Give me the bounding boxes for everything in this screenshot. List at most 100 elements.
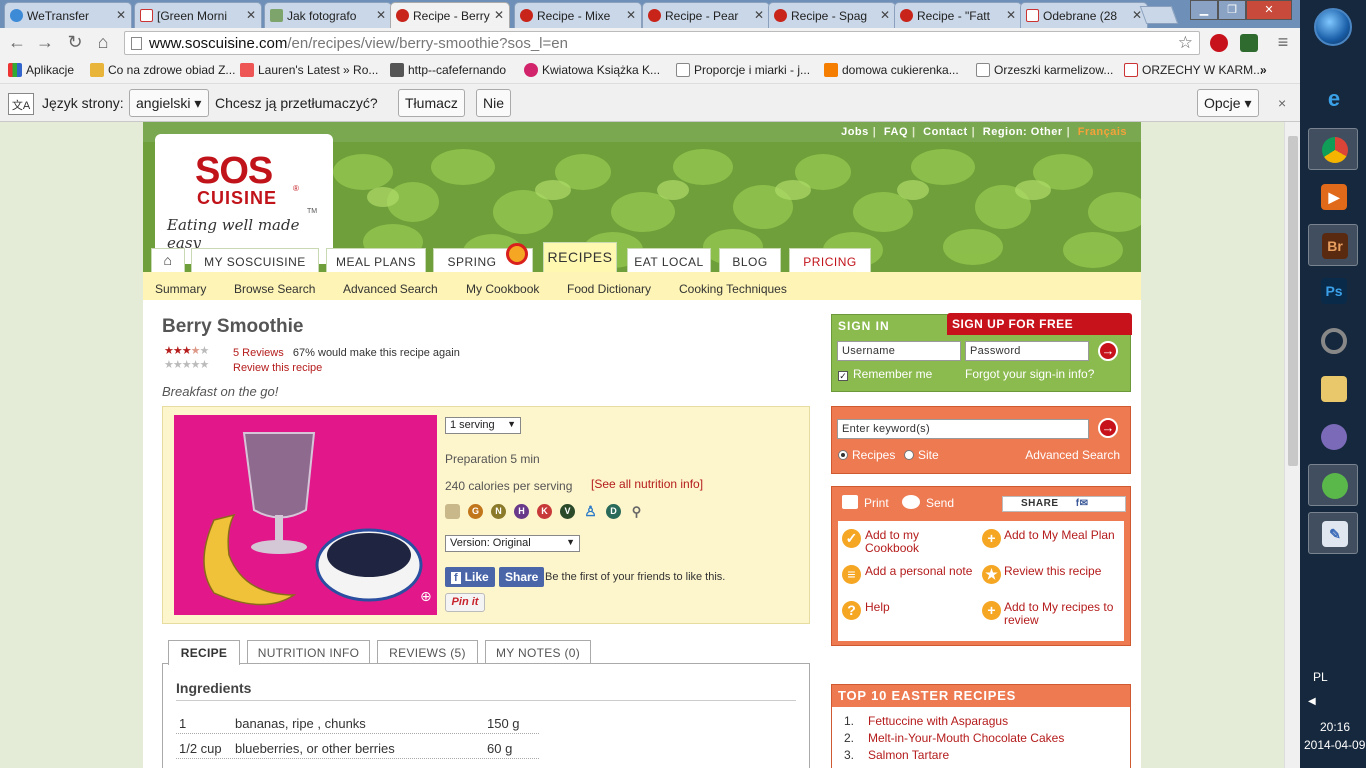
browser-tab[interactable]: Recipe - Spag ✕ — [768, 2, 896, 28]
subnav-food-dictionary[interactable]: Food Dictionary — [567, 282, 651, 296]
user-rating-stars[interactable]: ★★★★★ — [164, 358, 209, 371]
diet-symbol-icon[interactable] — [445, 504, 460, 519]
bookmark-item[interactable]: http--cafefernando — [390, 63, 506, 77]
page-scrollbar[interactable] — [1284, 122, 1300, 768]
browser-tab[interactable]: Jak fotografo ✕ — [264, 2, 392, 28]
diet-icon-k[interactable]: K — [537, 504, 552, 519]
forgot-link[interactable]: Forgot your sign-in info? — [965, 367, 1094, 381]
clock-date[interactable]: 2014-04-09 — [1304, 738, 1365, 752]
share-button[interactable]: SHARE f✉ — [1002, 496, 1126, 512]
browser-tab[interactable]: Recipe - "Fatt ✕ — [894, 2, 1022, 28]
nutrition-link[interactable]: [See all nutrition info] — [591, 477, 703, 491]
start-button[interactable] — [1314, 8, 1352, 46]
bone-icon[interactable]: ⚲ — [629, 504, 644, 519]
forward-icon[interactable]: → — [34, 32, 56, 53]
bookmarks-overflow[interactable]: » — [1260, 63, 1267, 77]
no-translate-button[interactable]: Nie — [476, 89, 512, 117]
password-input[interactable]: Password — [965, 341, 1089, 361]
advanced-search-link[interactable]: Advanced Search — [1025, 448, 1120, 462]
bookmark-item[interactable]: Kwiatowa Książka K... — [524, 63, 660, 77]
taskbar-bridge[interactable]: Br — [1308, 224, 1358, 266]
bookmark-item[interactable]: Lauren's Latest » Ro... — [240, 63, 378, 77]
reload-icon[interactable]: ↻ — [64, 32, 86, 53]
tab-reviews[interactable]: REVIEWS (5) — [377, 640, 478, 664]
subnav-my-cookbook[interactable]: My Cookbook — [466, 282, 539, 296]
diet-icon-d[interactable]: D — [606, 504, 621, 519]
show-hidden-icons[interactable]: ◀ — [1308, 696, 1316, 707]
language-indicator[interactable]: PL — [1313, 670, 1328, 684]
nav-spring[interactable]: SPRING — [433, 243, 533, 272]
close-tab-icon[interactable]: ✕ — [246, 8, 256, 22]
radio-recipes[interactable]: Recipes — [838, 448, 895, 462]
diet-icon-n[interactable]: N — [491, 504, 506, 519]
help-link[interactable]: Help — [865, 601, 965, 614]
browser-tab[interactable]: Odebrane (28 ✕ — [1020, 2, 1148, 28]
print-button[interactable]: Print — [842, 495, 889, 510]
jobs-link[interactable]: Jobs — [839, 126, 871, 138]
search-go-button[interactable]: → — [1098, 418, 1118, 438]
diet-icon-g[interactable]: G — [468, 504, 483, 519]
taskbar-ie[interactable]: e — [1308, 78, 1358, 120]
add-to-review-link[interactable]: Add to My recipes to review — [1004, 601, 1124, 627]
close-tab-icon[interactable]: ✕ — [754, 8, 764, 22]
add-meal-plan-link[interactable]: Add to My Meal Plan — [1004, 529, 1124, 542]
tab-my-notes[interactable]: MY NOTES (0) — [485, 640, 591, 664]
bookmark-item[interactable]: Co na zdrowe obiad Z... — [90, 63, 235, 77]
diet-icon-v[interactable]: V — [560, 504, 575, 519]
taskbar-messenger[interactable] — [1308, 464, 1358, 506]
remember-checkbox[interactable]: ✓ — [838, 371, 848, 381]
new-tab-button[interactable] — [1139, 6, 1179, 24]
review-this-link[interactable]: Review this recipe — [233, 362, 322, 374]
subnav-summary[interactable]: Summary — [155, 282, 206, 296]
translate-button[interactable]: Tłumacz — [398, 89, 465, 117]
taskbar-photoshop[interactable]: Ps — [1308, 270, 1358, 312]
browser-tab[interactable]: WeTransfer ✕ — [4, 2, 132, 28]
bookmark-item[interactable]: Orzeszki karmelizow... — [976, 63, 1113, 77]
language-select[interactable]: angielski ▾ — [129, 89, 209, 117]
browser-tab[interactable]: Recipe - Mixe ✕ — [514, 2, 642, 28]
nav-home[interactable]: ⌂ — [151, 248, 185, 272]
bookmark-item[interactable]: domowa cukierenka... — [824, 63, 959, 77]
subnav-cooking-techniques[interactable]: Cooking Techniques — [679, 282, 787, 296]
fb-share-button[interactable]: Share — [499, 567, 545, 587]
reviews-link[interactable]: 5 Reviews — [233, 347, 284, 359]
nav-blog[interactable]: BLOG — [719, 248, 781, 272]
tab-recipe[interactable]: RECIPE — [168, 640, 240, 665]
top-ten-item[interactable]: 2. Melt-in-Your-Mouth Chocolate Cakes — [844, 731, 1064, 745]
french-link[interactable]: Français — [1076, 126, 1129, 138]
bookmark-item[interactable]: ORZECHY W KARM... — [1124, 63, 1263, 77]
pinit-button[interactable]: Pin it — [445, 593, 485, 612]
add-note-link[interactable]: Add a personal note — [865, 565, 985, 578]
browser-tab[interactable]: Recipe - Pear ✕ — [642, 2, 770, 28]
close-window-button[interactable]: ✕ — [1246, 0, 1292, 20]
address-bar[interactable]: www.soscuisine.com/en/recipes/view/berry… — [124, 31, 1200, 55]
close-tab-icon[interactable]: ✕ — [626, 8, 636, 22]
username-input[interactable]: Username — [837, 341, 961, 361]
taskbar-explorer[interactable] — [1308, 368, 1358, 410]
restore-button[interactable]: ❐ — [1218, 0, 1246, 20]
options-button[interactable]: Opcje ▾ — [1197, 89, 1259, 117]
close-tab-icon[interactable]: ✕ — [880, 8, 890, 22]
top-ten-item[interactable]: 1. Fettuccine with Asparagus — [844, 714, 1008, 728]
person-icon[interactable]: ♙ — [583, 504, 598, 519]
nav-my-soscuisine[interactable]: MY SOSCUISINE — [191, 248, 319, 272]
nav-meal-plans[interactable]: MEAL PLANS — [326, 248, 426, 272]
add-cookbook-link[interactable]: Add to my Cookbook — [865, 529, 975, 555]
tab-nutrition-info[interactable]: NUTRITION INFO — [247, 640, 370, 664]
taskbar-chrome[interactable] — [1308, 128, 1358, 170]
browser-tab[interactable]: [Green Morni ✕ — [134, 2, 262, 28]
sign-in-go-button[interactable]: → — [1098, 341, 1118, 361]
scrollbar-thumb[interactable] — [1288, 136, 1298, 466]
radio-site[interactable]: Site — [904, 448, 939, 462]
tab-sign-in[interactable]: SIGN IN — [832, 315, 942, 337]
diet-icon-h[interactable]: H — [514, 504, 529, 519]
close-tab-icon[interactable]: ✕ — [116, 8, 126, 22]
top-ten-item[interactable]: 3. Salmon Tartare — [844, 748, 949, 762]
fb-like-button[interactable]: f Like — [445, 567, 495, 587]
taskbar-app[interactable] — [1308, 320, 1358, 362]
taskbar-paint[interactable]: ✎ — [1308, 512, 1358, 554]
adblock-extension-icon[interactable] — [1210, 34, 1228, 52]
review-link[interactable]: Review this recipe — [1004, 565, 1124, 578]
send-button[interactable]: Send — [902, 495, 954, 510]
servings-select[interactable]: 1 serving ▼ — [445, 417, 521, 434]
